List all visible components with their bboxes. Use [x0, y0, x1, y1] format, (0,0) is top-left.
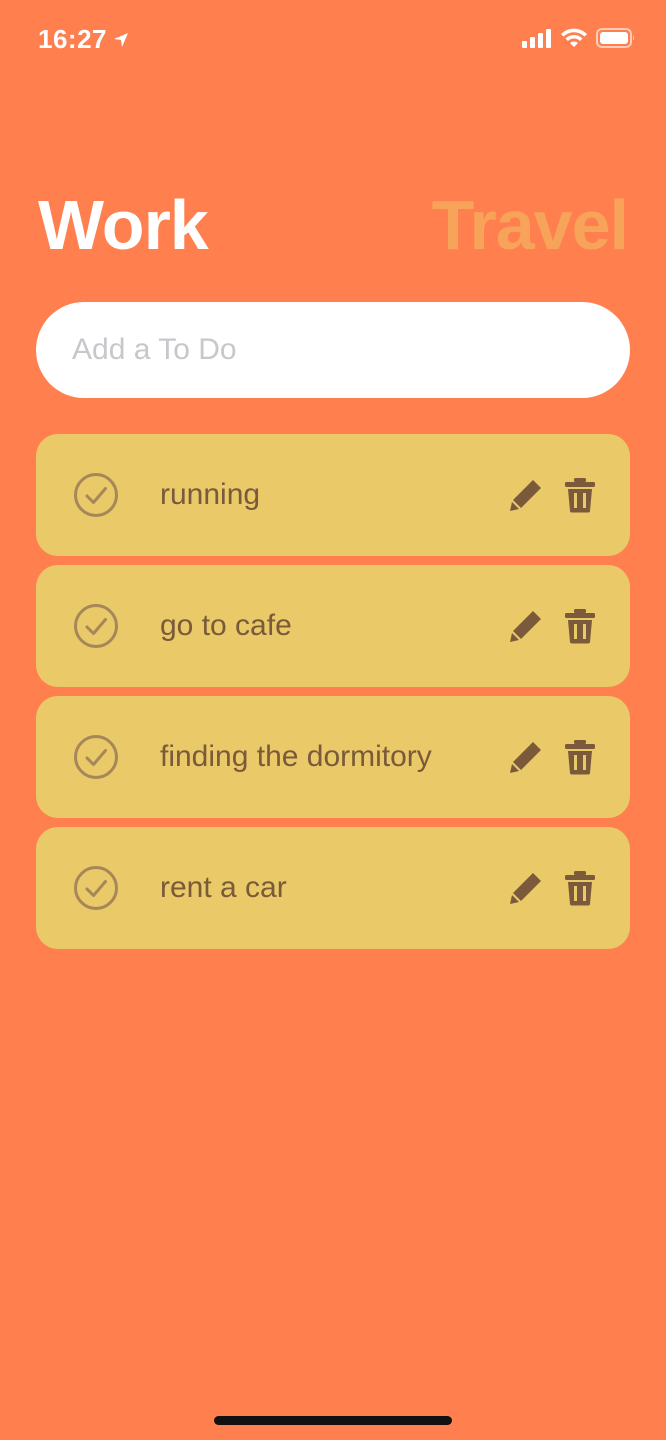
- header-tabs: Work Travel: [38, 180, 629, 270]
- location-arrow-icon: [114, 32, 128, 47]
- todo-text: running: [160, 478, 261, 511]
- tab-travel[interactable]: Travel: [432, 185, 629, 265]
- tab-work[interactable]: Work: [38, 185, 209, 265]
- wifi-icon: [561, 28, 587, 47]
- todo-item: go to cafe: [36, 565, 630, 687]
- add-todo-input[interactable]: [36, 302, 630, 398]
- trash-icon[interactable]: [563, 870, 597, 906]
- status-bar: 16:27: [0, 0, 666, 80]
- pencil-icon[interactable]: [508, 870, 544, 906]
- add-todo-field-wrapper: [36, 302, 630, 398]
- battery-icon: [596, 28, 634, 48]
- check-circle-icon[interactable]: [73, 472, 119, 518]
- check-circle-icon[interactable]: [73, 865, 119, 911]
- check-circle-icon[interactable]: [73, 603, 119, 649]
- todo-list: running go to cafe finding the dormitory…: [36, 434, 630, 958]
- todo-text: go to cafe: [160, 609, 292, 642]
- trash-icon[interactable]: [563, 739, 597, 775]
- todo-item: finding the dormitory: [36, 696, 630, 818]
- pencil-icon[interactable]: [508, 608, 544, 644]
- todo-item: rent a car: [36, 827, 630, 949]
- status-time: 16:27: [38, 24, 129, 55]
- pencil-icon[interactable]: [508, 739, 544, 775]
- pencil-icon[interactable]: [508, 477, 544, 513]
- trash-icon[interactable]: [563, 477, 597, 513]
- todo-text: finding the dormitory: [160, 740, 432, 773]
- signal-icon: [522, 29, 551, 48]
- home-indicator[interactable]: [214, 1416, 452, 1425]
- trash-icon[interactable]: [563, 608, 597, 644]
- time-text: 16:27: [38, 24, 107, 54]
- todo-text: rent a car: [160, 871, 287, 904]
- status-icons: [522, 28, 636, 48]
- check-circle-icon[interactable]: [73, 734, 119, 780]
- todo-item: running: [36, 434, 630, 556]
